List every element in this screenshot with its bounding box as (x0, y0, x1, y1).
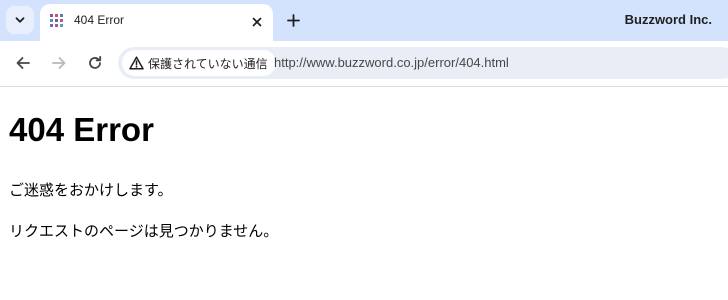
security-text: 保護されていない通信 (148, 56, 268, 71)
reload-icon (89, 55, 102, 69)
apology-text: ご迷惑をおかけします。 (9, 181, 173, 199)
url-text[interactable]: http://www.buzzword.co.jp/error/404.html (274, 55, 509, 70)
toolbar: 保護されていない通信 http://www.buzzword.co.jp/err… (0, 41, 728, 87)
tab-active[interactable]: 404 Error (40, 4, 273, 41)
forward-button[interactable] (46, 50, 72, 76)
tab-close-button[interactable] (247, 12, 267, 32)
arrow-right-icon (52, 57, 66, 69)
profile-label: Buzzword Inc. (624, 12, 712, 27)
reload-button[interactable] (82, 50, 108, 76)
page-title: 404 Error (9, 111, 154, 148)
browser-window: 404 Error Buzzword Inc. 保護されていない通信 http:… (0, 0, 728, 300)
warning-icon (129, 56, 144, 70)
page-grid-icon (50, 14, 63, 27)
tab-search-button[interactable] (6, 6, 34, 34)
security-indicator[interactable]: 保護されていない通信 (122, 50, 276, 76)
page-content: 404 Error ご迷惑をおかけします。 リクエストのページは見つかりません。 (0, 87, 728, 300)
close-icon (252, 17, 262, 27)
plus-icon (286, 13, 300, 27)
arrow-left-icon (16, 57, 30, 69)
address-bar[interactable]: 保護されていない通信 http://www.buzzword.co.jp/err… (118, 47, 728, 79)
chevron-down-icon (15, 17, 25, 23)
back-button[interactable] (10, 50, 36, 76)
tab-title: 404 Error (74, 13, 125, 27)
tab-strip: 404 Error Buzzword Inc. (0, 0, 728, 41)
not-found-text: リクエストのページは見つかりません。 (9, 222, 279, 240)
new-tab-button[interactable] (281, 8, 305, 32)
